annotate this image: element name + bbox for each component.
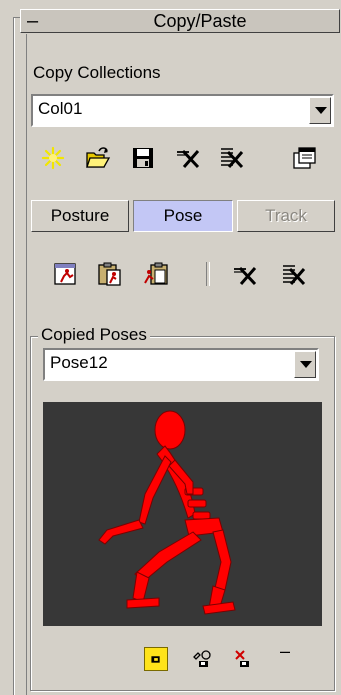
new-collection-icon[interactable] xyxy=(40,145,66,171)
delete-all-collections-icon[interactable] xyxy=(219,145,245,171)
collection-dropdown[interactable]: Col01 xyxy=(31,94,334,127)
no-image-icon[interactable] xyxy=(232,647,256,671)
rollout-header-copy-paste[interactable]: – Copy/Paste xyxy=(20,9,340,33)
pose-mode-button[interactable]: Pose xyxy=(133,200,233,232)
delete-selected-icon[interactable] xyxy=(232,262,258,288)
collection-properties-icon[interactable] xyxy=(292,145,318,171)
chevron-down-icon xyxy=(300,361,312,368)
delete-all-icon[interactable] xyxy=(281,262,307,288)
copy-collections-label: Copy Collections xyxy=(33,63,161,82)
skeleton-figure-icon xyxy=(98,410,236,615)
auto-generate-icon[interactable] xyxy=(190,647,214,671)
copy-pose-icon[interactable] xyxy=(52,261,78,287)
pose-dropdown-value: Pose12 xyxy=(50,353,108,372)
pose-dropdown[interactable]: Pose12 xyxy=(43,348,319,381)
panel-frame-tick xyxy=(13,17,20,18)
chevron-down-icon xyxy=(315,107,327,114)
collection-dropdown-value: Col01 xyxy=(38,99,83,118)
paste-opposite-icon[interactable] xyxy=(143,261,169,287)
panel-frame-highlight xyxy=(14,18,15,695)
pose-preview-viewport xyxy=(43,402,322,626)
rollout-left-edge xyxy=(26,34,27,695)
paste-pose-icon[interactable] xyxy=(96,261,122,287)
posture-mode-button[interactable]: Posture xyxy=(31,200,129,232)
capture-viewport-icon[interactable] xyxy=(144,647,168,671)
delete-collection-icon[interactable] xyxy=(175,145,201,171)
load-collection-icon[interactable] xyxy=(85,145,111,171)
save-collection-icon[interactable] xyxy=(130,145,156,171)
collection-dropdown-button[interactable] xyxy=(309,97,331,124)
viewport-options-dash[interactable]: – xyxy=(280,641,290,662)
copied-poses-label: Copied Poses xyxy=(38,325,150,345)
pose-dropdown-button[interactable] xyxy=(294,351,316,378)
rollout-title: Copy/Paste xyxy=(153,11,247,31)
toolbar-separator xyxy=(206,262,210,286)
track-mode-button[interactable]: Track xyxy=(237,200,335,232)
